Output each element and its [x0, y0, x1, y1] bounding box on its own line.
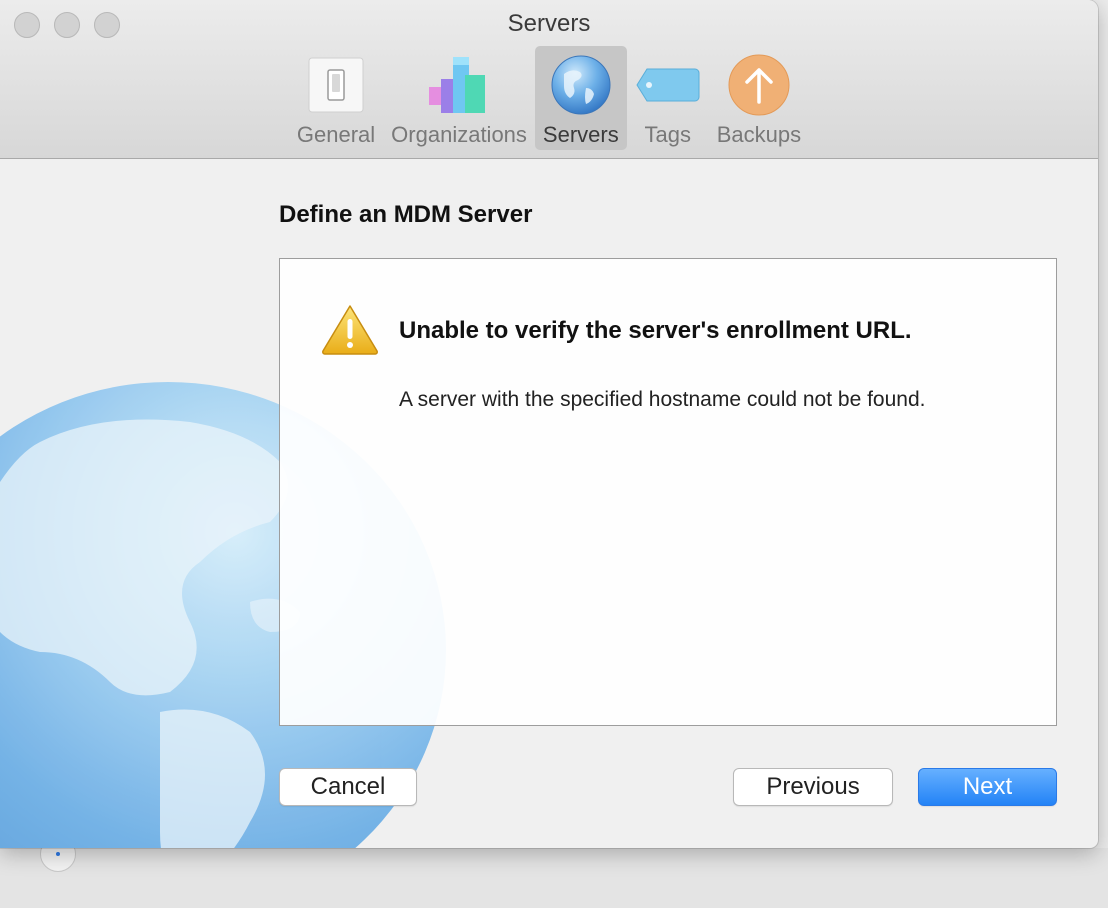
- toolbar-item-label: Servers: [542, 122, 619, 147]
- cancel-button[interactable]: Cancel: [279, 768, 417, 806]
- toolbar-item-organizations[interactable]: Organizations: [383, 46, 535, 150]
- toolbar-item-label: Organizations: [391, 122, 527, 147]
- tag-icon: [635, 52, 701, 118]
- switch-icon: [303, 52, 369, 118]
- previous-button[interactable]: Previous: [733, 768, 893, 806]
- window-title: Servers: [507, 10, 591, 37]
- message-panel: Unable to verify the server's enrollment…: [279, 258, 1057, 726]
- toolbar-item-label: Tags: [644, 122, 691, 147]
- title-bar: Servers General Organizations Servers Ta…: [0, 0, 1098, 159]
- globe-icon: [548, 52, 614, 118]
- toolbar-item-backups[interactable]: Backups: [709, 46, 809, 150]
- servers-window: Servers General Organizations Servers Ta…: [0, 0, 1098, 848]
- blocks-icon: [426, 52, 492, 118]
- toolbar-item-label: Backups: [716, 122, 802, 147]
- background-window-area: [0, 848, 1108, 908]
- assistant-content: Define an MDM Server Unable to verify th…: [0, 159, 1098, 848]
- error-description: A server with the specified hostname cou…: [399, 388, 926, 411]
- up-arrow-icon: [726, 52, 792, 118]
- page-title: Define an MDM Server: [279, 201, 533, 228]
- error-title: Unable to verify the server's enrollment…: [399, 317, 912, 344]
- next-button[interactable]: Next: [918, 768, 1057, 806]
- toolbar-item-servers[interactable]: Servers: [534, 46, 627, 150]
- toolbar-item-general[interactable]: General: [289, 46, 383, 150]
- warning-icon: [320, 303, 380, 360]
- toolbar-item-label: General: [296, 122, 376, 147]
- toolbar-item-tags[interactable]: Tags: [627, 46, 709, 150]
- preferences-toolbar: General Organizations Servers Tags Backu…: [0, 46, 1098, 150]
